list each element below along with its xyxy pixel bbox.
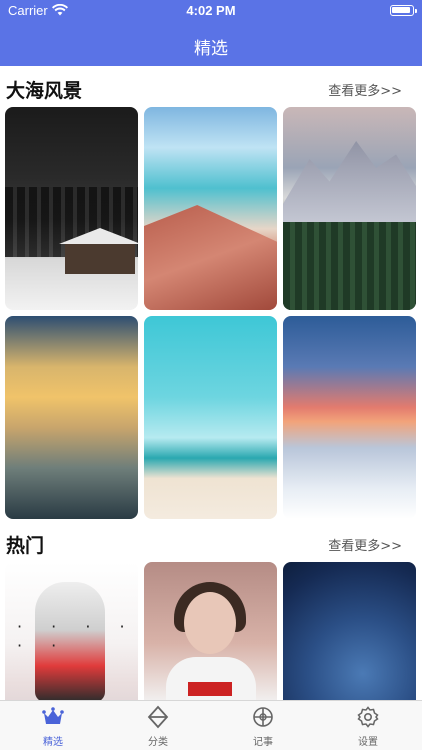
sunset-clouds-image[interactable] <box>283 316 416 519</box>
gear-icon <box>357 706 379 728</box>
tab-label: 精选 <box>43 737 63 748</box>
section-title: 热门 <box>6 535 45 557</box>
tab-label: 记事 <box>253 737 273 748</box>
tab-bar: 精选 分类 记事 设置 <box>0 700 422 750</box>
status-bar: Carrier 4:02 PM <box>0 0 422 22</box>
mountain-forest-image[interactable] <box>283 107 416 310</box>
tab-featured[interactable]: 精选 <box>13 705 93 749</box>
sea-grid <box>5 107 417 520</box>
dots-decoration: · · · · · · <box>17 617 137 655</box>
tab-label: 分类 <box>148 737 168 748</box>
section-title: 大海风景 <box>6 80 83 102</box>
tab-category[interactable]: 分类 <box>118 705 198 749</box>
view-more-link[interactable]: 查看更多>> <box>328 535 402 554</box>
target-icon <box>253 707 273 727</box>
tab-settings[interactable]: 设置 <box>328 705 408 749</box>
turquoise-sea-image[interactable] <box>144 316 277 519</box>
navigation-bar: Carrier 4:02 PM 精选 <box>0 0 422 66</box>
view-more-link[interactable]: 查看更多>> <box>328 80 402 99</box>
crown-icon <box>42 707 64 724</box>
hot-grid: · · · · · · <box>5 562 417 750</box>
cliff-shape <box>144 205 277 310</box>
cabin-shape <box>59 228 138 274</box>
face-shape <box>184 592 236 654</box>
page-title: 精选 <box>194 39 228 59</box>
tab-label: 设置 <box>358 737 378 748</box>
section-header-hot: 热门 查看更多>> <box>0 527 422 557</box>
snow-cabin-image[interactable] <box>5 107 138 310</box>
peaks-shape <box>283 141 416 222</box>
battery-icon <box>390 5 417 16</box>
tab-notes[interactable]: 记事 <box>223 705 303 749</box>
diamond-icon <box>147 705 169 729</box>
forest-shape <box>283 222 416 310</box>
sunset-coast-image[interactable] <box>5 316 138 519</box>
shirt-logo <box>188 682 232 696</box>
status-time: 4:02 PM <box>186 3 236 18</box>
section-header-sea: 大海风景 查看更多>> <box>0 72 422 102</box>
beach-cliff-image[interactable] <box>144 107 277 310</box>
